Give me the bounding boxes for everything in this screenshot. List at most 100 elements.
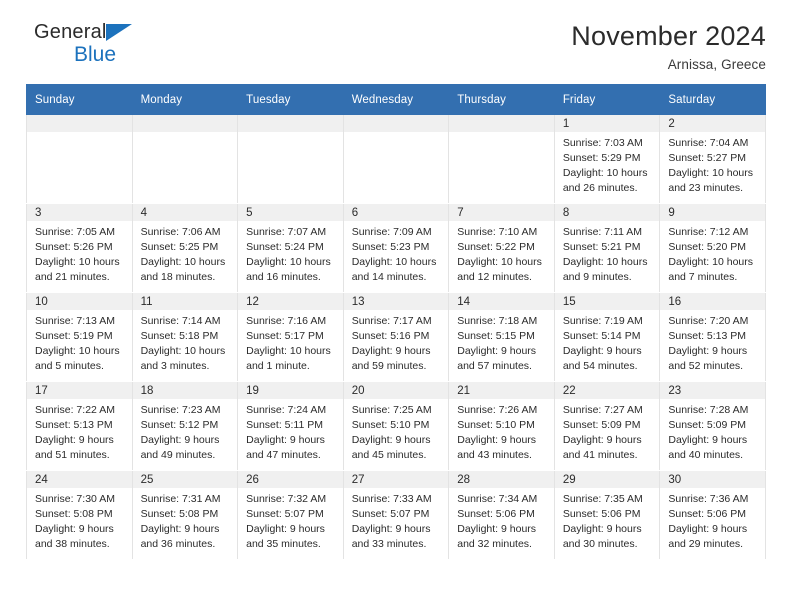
day-number: 2 <box>660 115 765 132</box>
sunset-text: Sunset: 5:27 PM <box>668 151 747 164</box>
calendar-day-cell[interactable]: 15 Sunrise: 7:19 AM Sunset: 5:14 PM Dayligh… <box>553 292 661 382</box>
day-details: Sunrise: 7:28 AM Sunset: 5:09 PM Daylight:… <box>660 399 765 463</box>
daylight-text: Daylight: 10 hours and 16 minutes. <box>246 255 331 283</box>
weekday-header-row: Sunday Monday Tuesday Wednesday Thursday Frid… <box>26 84 766 115</box>
day-details: Sunrise: 7:20 AM Sunset: 5:13 PM Daylight:… <box>660 310 765 374</box>
sunset-text: Sunset: 5:08 PM <box>140 507 219 520</box>
sunset-text: Sunset: 5:17 PM <box>246 329 324 342</box>
day-number: 3 <box>27 204 132 221</box>
calendar-day-cell[interactable]: 5 Sunrise: 7:07 AM Sunset: 5:24 PM Daylight… <box>237 203 344 293</box>
calendar-day-cell[interactable]: 16 Sunrise: 7:20 AM Sunset: 5:13 PM Dayligh… <box>659 292 766 382</box>
sunset-text: Sunset: 5:15 PM <box>457 329 535 342</box>
sunset-text: Sunset: 5:06 PM <box>562 507 641 520</box>
daylight-text: Daylight: 9 hours and 36 minutes. <box>140 522 220 550</box>
day-number: 1 <box>554 115 660 132</box>
calendar-day-cell[interactable]: 3 Sunrise: 7:05 AM Sunset: 5:26 PM Daylight… <box>26 203 133 293</box>
sunrise-text: Sunrise: 7:14 AM <box>140 315 221 327</box>
calendar-day-cell[interactable]: 18 Sunrise: 7:23 AM Sunset: 5:12 PM Dayligh… <box>131 381 239 471</box>
daylight-text: Daylight: 9 hours and 59 minutes. <box>351 344 431 372</box>
day-details: Sunrise: 7:05 AM Sunset: 5:26 PM Daylight:… <box>27 221 132 285</box>
sunrise-text: Sunrise: 7:18 AM <box>457 315 538 327</box>
daylight-text: Daylight: 10 hours and 18 minutes. <box>140 255 226 283</box>
weekday-header-saturday: Saturday <box>659 84 766 115</box>
daylight-text: Daylight: 10 hours and 21 minutes. <box>35 255 120 283</box>
calendar-day-cell[interactable]: 20 Sunrise: 7:25 AM Sunset: 5:10 PM Dayligh… <box>342 381 450 471</box>
sunrise-text: Sunrise: 7:30 AM <box>35 493 115 505</box>
sunset-text: Sunset: 5:14 PM <box>562 329 641 342</box>
day-number: 25 <box>132 471 238 488</box>
calendar-day-cell[interactable]: 17 Sunrise: 7:22 AM Sunset: 5:13 PM Dayligh… <box>26 381 133 471</box>
sunrise-text: Sunrise: 7:17 AM <box>351 315 432 327</box>
calendar-header-row: Sunday Monday Tuesday Wednesday Thursday Frid… <box>26 84 766 115</box>
calendar-day-cell[interactable]: 28 Sunrise: 7:34 AM Sunset: 5:06 PM Dayligh… <box>448 470 555 560</box>
sunset-text: Sunset: 5:13 PM <box>35 418 113 431</box>
calendar-day-cell[interactable]: 21 Sunrise: 7:26 AM Sunset: 5:10 PM Dayligh… <box>448 381 555 471</box>
calendar-day-cell-empty <box>237 114 344 204</box>
daylight-text: Daylight: 9 hours and 54 minutes. <box>562 344 642 372</box>
calendar-day-cell[interactable]: 6 Sunrise: 7:09 AM Sunset: 5:23 PM Daylight… <box>342 203 450 293</box>
sunrise-text: Sunrise: 7:10 AM <box>457 226 538 238</box>
weekday-header-thursday: Thursday <box>448 84 555 115</box>
day-details: Sunrise: 7:25 AM Sunset: 5:10 PM Daylight:… <box>344 399 449 463</box>
calendar-day-cell[interactable]: 8 Sunrise: 7:11 AM Sunset: 5:21 PM Daylight… <box>553 203 661 293</box>
sunrise-text: Sunrise: 7:03 AM <box>562 137 643 149</box>
sunrise-text: Sunrise: 7:12 AM <box>668 226 749 238</box>
calendar-day-cell[interactable]: 29 Sunrise: 7:35 AM Sunset: 5:06 PM Dayligh… <box>553 470 661 560</box>
calendar-day-cell[interactable]: 10 Sunrise: 7:13 AM Sunset: 5:19 PM Dayligh… <box>26 292 133 382</box>
day-number: 15 <box>554 293 660 310</box>
daylight-text: Daylight: 10 hours and 5 minutes. <box>35 344 120 372</box>
page-title: November 2024 <box>571 21 766 51</box>
calendar-day-cell[interactable]: 30 Sunrise: 7:36 AM Sunset: 5:06 PM Dayligh… <box>659 470 766 560</box>
daylight-text: Daylight: 10 hours and 14 minutes. <box>351 255 437 283</box>
sunset-text: Sunset: 5:10 PM <box>457 418 535 431</box>
sunset-text: Sunset: 5:07 PM <box>246 507 324 520</box>
sunrise-text: Sunrise: 7:26 AM <box>457 404 538 416</box>
daylight-text: Daylight: 9 hours and 38 minutes. <box>35 522 114 550</box>
day-number: 17 <box>27 382 132 399</box>
sunset-text: Sunset: 5:24 PM <box>246 240 324 253</box>
day-number: 29 <box>554 471 660 488</box>
calendar-day-cell[interactable]: 27 Sunrise: 7:33 AM Sunset: 5:07 PM Dayligh… <box>342 470 450 560</box>
day-details: Sunrise: 7:11 AM Sunset: 5:21 PM Daylight:… <box>555 221 660 285</box>
sunset-text: Sunset: 5:07 PM <box>351 507 430 520</box>
calendar-day-cell[interactable]: 11 Sunrise: 7:14 AM Sunset: 5:18 PM Dayligh… <box>131 292 239 382</box>
daylight-text: Daylight: 9 hours and 47 minutes. <box>246 433 325 461</box>
day-details: Sunrise: 7:30 AM Sunset: 5:08 PM Daylight:… <box>27 488 132 552</box>
daylight-text: Daylight: 10 hours and 7 minutes. <box>668 255 754 283</box>
calendar-day-cell[interactable]: 22 Sunrise: 7:27 AM Sunset: 5:09 PM Dayligh… <box>553 381 661 471</box>
brand-logo[interactable]: General Blue <box>26 22 206 74</box>
calendar-day-cell[interactable]: 23 Sunrise: 7:28 AM Sunset: 5:09 PM Dayligh… <box>659 381 766 471</box>
sunset-text: Sunset: 5:21 PM <box>562 240 641 253</box>
day-number: 18 <box>132 382 238 399</box>
calendar-day-cell[interactable]: 12 Sunrise: 7:16 AM Sunset: 5:17 PM Dayligh… <box>237 292 344 382</box>
calendar-day-cell[interactable]: 7 Sunrise: 7:10 AM Sunset: 5:22 PM Daylight… <box>448 203 555 293</box>
day-number: 24 <box>27 471 132 488</box>
brand-name-blue: Blue <box>74 43 117 66</box>
calendar-day-cell[interactable]: 25 Sunrise: 7:31 AM Sunset: 5:08 PM Dayligh… <box>131 470 239 560</box>
calendar-day-cell-empty <box>26 114 133 204</box>
calendar-day-cell[interactable]: 4 Sunrise: 7:06 AM Sunset: 5:25 PM Daylight… <box>131 203 239 293</box>
sunrise-text: Sunrise: 7:33 AM <box>351 493 432 505</box>
calendar-day-cell[interactable]: 24 Sunrise: 7:30 AM Sunset: 5:08 PM Dayligh… <box>26 470 133 560</box>
calendar-day-cell[interactable]: 14 Sunrise: 7:18 AM Sunset: 5:15 PM Dayligh… <box>448 292 555 382</box>
sunset-text: Sunset: 5:13 PM <box>668 329 747 342</box>
day-number: 7 <box>449 204 554 221</box>
sunrise-text: Sunrise: 7:34 AM <box>457 493 538 505</box>
daylight-text: Daylight: 10 hours and 3 minutes. <box>140 344 226 372</box>
daylight-text: Daylight: 9 hours and 51 minutes. <box>35 433 114 461</box>
day-number: 4 <box>132 204 238 221</box>
calendar-day-cell[interactable]: 9 Sunrise: 7:12 AM Sunset: 5:20 PM Daylight… <box>659 203 766 293</box>
daylight-text: Daylight: 9 hours and 57 minutes. <box>457 344 537 372</box>
calendar-day-cell[interactable]: 26 Sunrise: 7:32 AM Sunset: 5:07 PM Dayligh… <box>237 470 344 560</box>
sunset-text: Sunset: 5:23 PM <box>351 240 430 253</box>
sunrise-text: Sunrise: 7:25 AM <box>351 404 432 416</box>
day-number: 22 <box>554 382 660 399</box>
calendar-day-cell[interactable]: 13 Sunrise: 7:17 AM Sunset: 5:16 PM Dayligh… <box>342 292 450 382</box>
calendar-week-row: 1 Sunrise: 7:03 AM Sunset: 5:29 PM Daylight… <box>26 114 766 204</box>
calendar-day-cell[interactable]: 1 Sunrise: 7:03 AM Sunset: 5:29 PM Daylight… <box>553 114 661 204</box>
sunset-text: Sunset: 5:09 PM <box>562 418 641 431</box>
sunset-text: Sunset: 5:06 PM <box>668 507 747 520</box>
calendar-day-cell[interactable]: 2 Sunrise: 7:04 AM Sunset: 5:27 PM Daylight… <box>659 114 766 204</box>
calendar-day-cell[interactable]: 19 Sunrise: 7:24 AM Sunset: 5:11 PM Dayligh… <box>237 381 344 471</box>
daylight-text: Daylight: 9 hours and 32 minutes. <box>457 522 537 550</box>
